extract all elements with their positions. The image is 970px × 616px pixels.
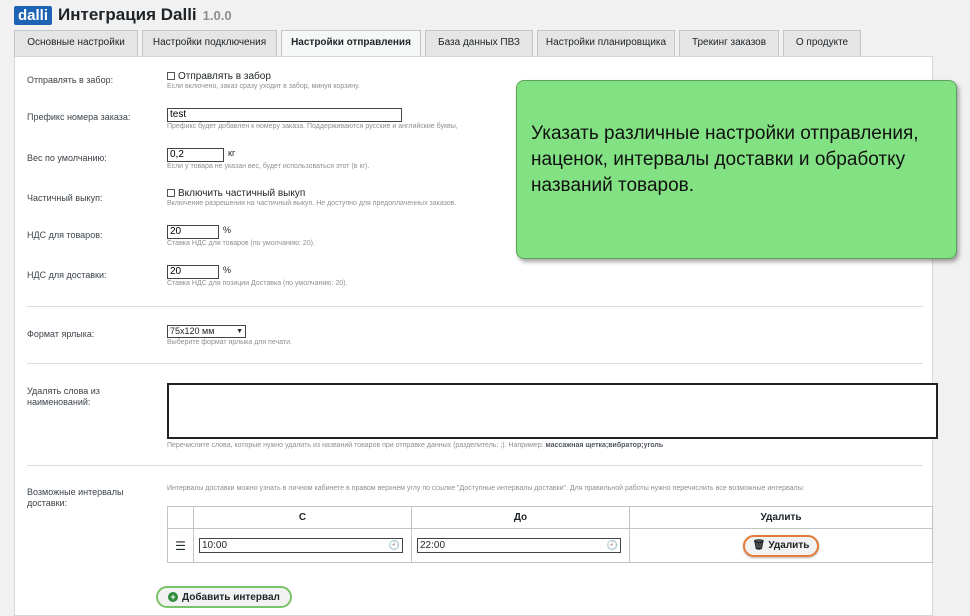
to-time-input[interactable]: 22:00 🕘 — [417, 538, 621, 553]
delete-button-label: Удалить — [768, 540, 810, 551]
tab-order-tracking[interactable]: Трекинг заказов — [679, 30, 779, 56]
send-to-pickup-label: Отправлять в забор: — [27, 75, 114, 85]
remove-words-desc: Перечислите слова, которые нужно удалить… — [167, 442, 938, 449]
delete-header: Удалить — [629, 506, 933, 529]
tab-pvz-database[interactable]: База данных ПВЗ — [425, 30, 533, 56]
partial-buyout-label: Частичный выкуп: — [27, 193, 103, 203]
label-format-desc: Выберите формат ярлыка для печати. — [167, 339, 292, 346]
label-format-value: 75x120 мм — [170, 326, 215, 336]
remove-words-label: Удалять слова из наименований: — [27, 386, 100, 407]
clock-icon[interactable]: 🕘 — [607, 539, 618, 552]
remove-words-textarea[interactable] — [167, 383, 938, 439]
tab-main-settings[interactable]: Основные настройки — [14, 30, 138, 56]
section-divider — [27, 306, 923, 307]
chevron-down-icon: ▼ — [236, 328, 243, 335]
tab-connection-settings[interactable]: Настройки подключения — [142, 30, 277, 56]
vat-goods-label: НДС для товаров: — [27, 230, 103, 240]
section-divider — [27, 363, 923, 364]
to-cell: 22:00 🕘 — [411, 528, 630, 563]
add-interval-button[interactable]: + Добавить интервал — [156, 586, 292, 608]
default-weight-desc: Если у товара не указан вес, будет испол… — [167, 163, 370, 170]
partial-buyout-desc: Включение разрешения на частичный выкуп.… — [167, 200, 457, 207]
remove-words-example: массажная щетка;вибратор;уголь — [545, 442, 664, 449]
trash-icon: 🗑 — [752, 540, 766, 551]
vat-goods-input[interactable]: 20 — [167, 225, 219, 239]
plus-circle-icon: + — [168, 592, 178, 602]
send-to-pickup-checkbox[interactable] — [167, 72, 175, 80]
from-time-value: 10:00 — [202, 540, 228, 551]
remove-words-desc-text: Перечислите слова, которые нужно удалить… — [167, 442, 544, 449]
table-row: ☰ 10:00 🕘 22:00 🕘 🗑 Удалить — [167, 528, 933, 563]
weight-unit: кг — [228, 148, 236, 158]
vat-delivery-unit: % — [223, 265, 232, 275]
add-interval-label: Добавить интервал — [182, 591, 280, 603]
from-time-input[interactable]: 10:00 🕘 — [199, 538, 403, 553]
intervals-table: С До Удалить ☰ 10:00 🕘 22:00 🕘 🗑 Удалить — [167, 506, 933, 563]
order-prefix-desc: Префикс будет добавлен к номеру заказа. … — [167, 123, 458, 130]
default-weight-input[interactable]: 0,2 — [167, 148, 224, 162]
from-cell: 10:00 🕘 — [193, 528, 412, 563]
handle-header — [167, 506, 194, 529]
page-title: Интеграция Dalli — [58, 5, 197, 24]
send-to-pickup-desc: Если включено, заказ сразу уходит в забо… — [167, 83, 360, 90]
partial-buyout-checkbox-label[interactable]: Включить частичный выкуп — [178, 188, 305, 199]
delete-cell: 🗑 Удалить — [629, 528, 933, 563]
delete-interval-button[interactable]: 🗑 Удалить — [742, 534, 820, 557]
vat-goods-desc: Ставка НДС для товаров (по умолчанию: 20… — [167, 240, 315, 247]
settings-tabs: Основные настройки Настройки подключения… — [14, 30, 865, 57]
vat-delivery-input[interactable]: 20 — [167, 265, 219, 279]
section-divider — [27, 465, 923, 466]
partial-buyout-checkbox[interactable] — [167, 189, 175, 197]
tab-scheduler-settings[interactable]: Настройки планировщика — [537, 30, 675, 56]
order-prefix-label: Префикс номера заказа: — [27, 112, 131, 122]
delivery-intervals-label: Возможные интервалы доставки: — [27, 487, 124, 508]
tab-about[interactable]: О продукте — [783, 30, 861, 56]
delivery-intervals-desc: Интервалы доставки можно узнать в личном… — [167, 485, 805, 492]
info-callout: Указать различные настройки отправления,… — [516, 80, 957, 259]
version-badge: 1.0.0 — [202, 7, 232, 23]
from-header: С — [193, 506, 412, 529]
callout-text: Указать различные настройки отправления,… — [531, 123, 919, 196]
tab-shipment-settings[interactable]: Настройки отправления — [281, 30, 421, 57]
vat-delivery-label: НДС для доставки: — [27, 270, 107, 280]
to-time-value: 22:00 — [420, 540, 446, 551]
label-format-label: Формат ярлыка: — [27, 329, 95, 339]
to-header: До — [411, 506, 630, 529]
send-to-pickup-checkbox-label[interactable]: Отправлять в забор — [178, 71, 271, 82]
label-format-select[interactable]: 75x120 мм ▼ — [167, 325, 246, 338]
default-weight-label: Вес по умолчанию: — [27, 153, 107, 163]
vat-goods-unit: % — [223, 225, 232, 235]
vat-delivery-desc: Ставка НДС для позиции Доставка (по умол… — [167, 280, 348, 287]
drag-handle-icon[interactable]: ☰ — [167, 528, 194, 563]
app-header: dalli Интеграция Dalli 1.0.0 — [14, 4, 232, 26]
clock-icon[interactable]: 🕘 — [389, 539, 400, 552]
dalli-logo: dalli — [14, 5, 53, 25]
order-prefix-input[interactable]: test — [167, 108, 402, 122]
